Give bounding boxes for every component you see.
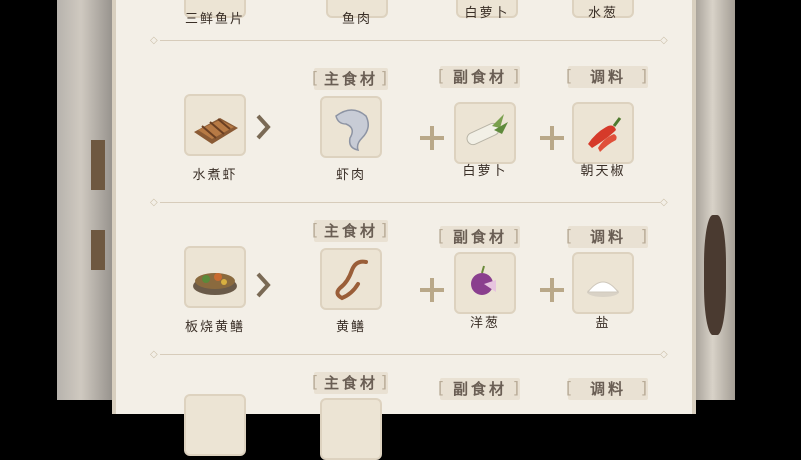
recipe-row-partial: 主食材 副食材 调料 (146, 371, 676, 460)
dish-tile[interactable] (184, 246, 246, 308)
seasoning-tag: 调料 (566, 65, 650, 88)
seasoning-tag: 调料 (566, 225, 650, 248)
main-ingredient-tag: 主食材 (312, 67, 390, 90)
divider-ornament-icon: ◇ (150, 349, 158, 360)
plus-icon (420, 126, 444, 150)
row-divider: ◇ ◇ (150, 198, 670, 208)
salt-icon (586, 281, 620, 297)
recipe-row-partial: 三鲜鱼片 鱼肉 白萝卜 水葱 (146, 0, 676, 34)
main-ingredient-name: 虾肉 (335, 168, 366, 183)
plus-icon (540, 278, 564, 302)
seasoning-tile[interactable] (572, 102, 634, 164)
side-ingredient-name: 白萝卜 (462, 164, 508, 179)
main-ingredient-tile[interactable] (320, 96, 382, 158)
side-ingredient-name: 洋葱 (469, 316, 500, 331)
seasoning-tile[interactable] (572, 252, 634, 314)
white-radish-icon (466, 114, 508, 146)
side-ingredient-tag: 副食材 (438, 377, 522, 400)
plus-icon (420, 278, 444, 302)
background-decoration (91, 230, 105, 270)
main-ingredient-name: 黄鳝 (335, 320, 366, 335)
background-scene-left (57, 0, 117, 400)
recipe-row[interactable]: 水煮虾 主食材 虾肉 副食材 白萝卜 (146, 65, 676, 194)
dish-name: 板烧黄鳝 (184, 320, 245, 335)
side-ingredient-tile[interactable] (454, 102, 516, 164)
row-divider: ◇ ◇ (150, 36, 670, 46)
main-ingredient-tag: 主食材 (312, 219, 390, 242)
seasoning-name: 朝天椒 (580, 164, 626, 179)
side-ingredient-tag: 副食材 (438, 65, 522, 88)
side-ingredient-tile[interactable] (454, 252, 516, 314)
divider-ornament-icon: ◇ (660, 349, 668, 360)
letterbox-right (735, 0, 801, 400)
row-divider: ◇ ◇ (150, 350, 670, 360)
dish-name: 水煮虾 (192, 168, 238, 183)
game-screen: 三鲜鱼片 鱼肉 白萝卜 水葱 ◇ ◇ 水煮虾 [主食材] 虾肉 [副食材 … (0, 0, 801, 460)
background-decoration (704, 215, 726, 335)
shrimp-meat-icon (335, 109, 369, 151)
red-chili-icon (588, 117, 622, 152)
divider-ornament-icon: ◇ (150, 35, 158, 46)
side-ingredient-name: 白萝卜 (464, 6, 510, 21)
dish-name: 三鲜鱼片 (184, 12, 245, 27)
background-decoration (91, 140, 105, 190)
arrow-right-icon (256, 114, 271, 140)
yellow-eel-icon (335, 259, 368, 301)
recipe-row[interactable]: 板烧黄鳝 主食材 黄鳝 副食材 洋葱 (146, 219, 676, 346)
divider-ornament-icon: ◇ (660, 35, 668, 46)
plus-icon (540, 126, 564, 150)
grilled-shrimp-dish-icon (194, 118, 238, 144)
onion-icon (471, 265, 496, 295)
background-scene-right (690, 0, 735, 400)
main-ingredient-tag: 主食材 (312, 371, 390, 394)
seasoning-name: 水葱 (587, 6, 618, 21)
divider-ornament-icon: ◇ (150, 197, 158, 208)
seasoning-name: 盐 (595, 316, 611, 331)
side-ingredient-tag: 副食材 (438, 225, 522, 248)
dish-tile[interactable] (184, 394, 246, 456)
main-ingredient-tile[interactable] (320, 398, 382, 460)
main-ingredient-tile[interactable] (320, 248, 382, 310)
dish-tile[interactable] (184, 94, 246, 156)
braised-eel-dish-icon (193, 273, 237, 295)
main-ingredient-name: 鱼肉 (341, 12, 372, 27)
recipe-book-panel[interactable]: 三鲜鱼片 鱼肉 白萝卜 水葱 ◇ ◇ 水煮虾 [主食材] 虾肉 [副食材 … (112, 0, 696, 460)
arrow-right-icon (256, 272, 271, 298)
letterbox-left (0, 0, 57, 400)
divider-ornament-icon: ◇ (660, 197, 668, 208)
seasoning-tag: 调料 (566, 377, 650, 400)
